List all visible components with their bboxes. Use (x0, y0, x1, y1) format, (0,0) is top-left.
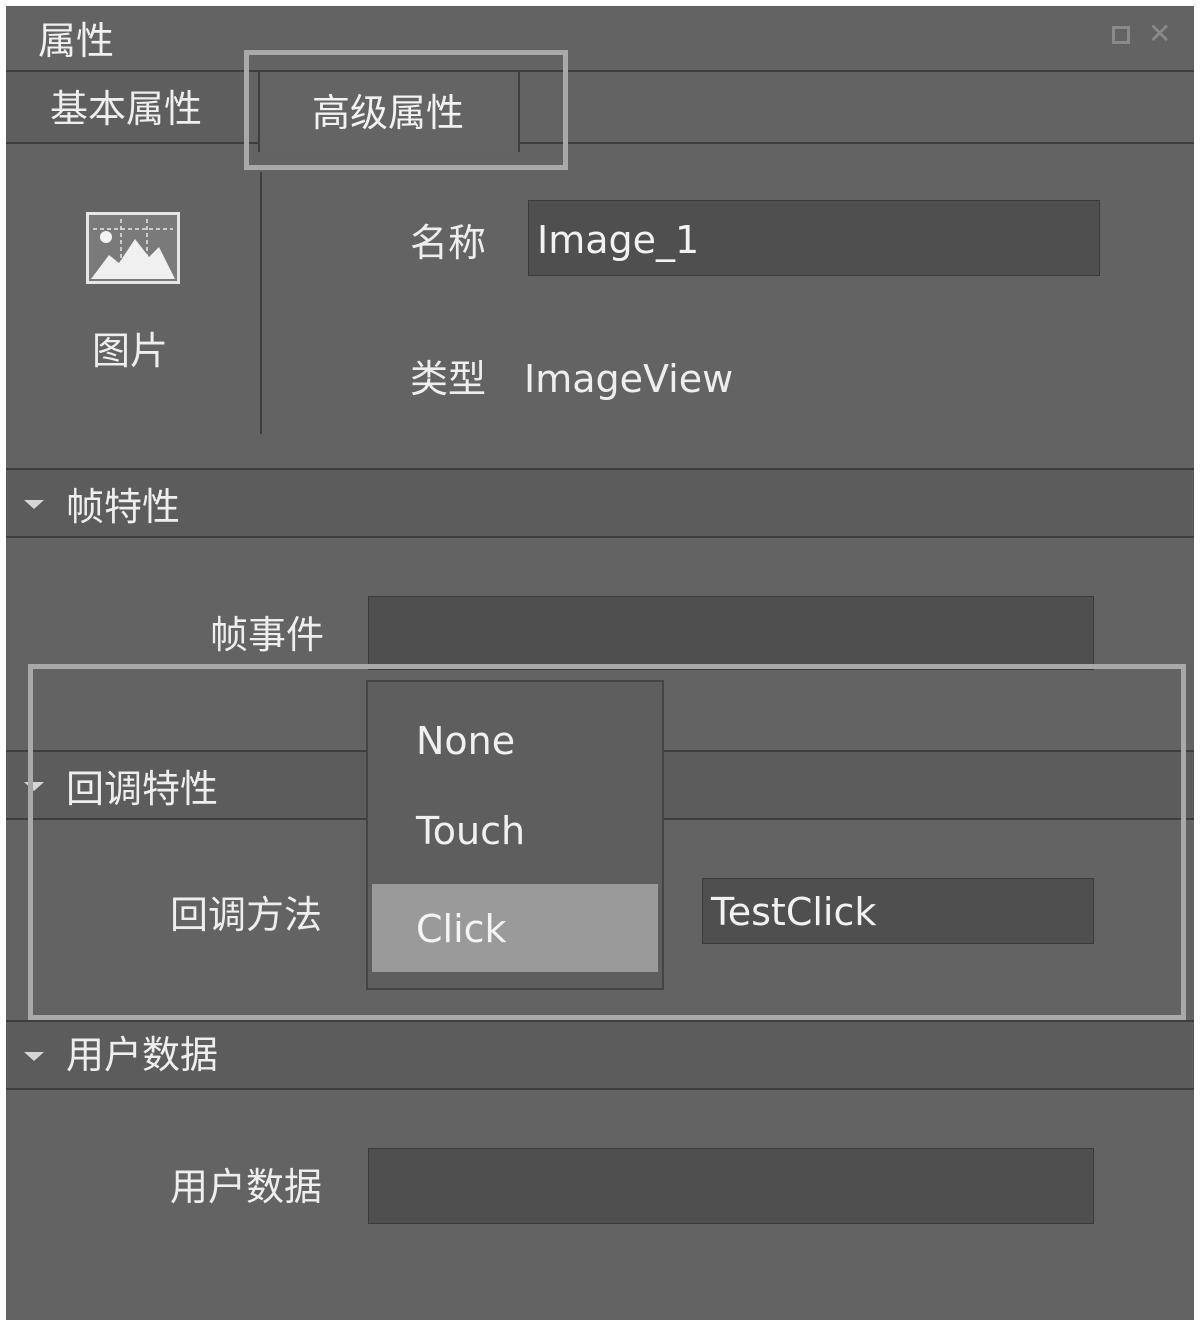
collapse-triangle-icon (24, 1052, 44, 1061)
frame-section-title: 帧特性 (66, 485, 181, 529)
image-icon (86, 212, 180, 284)
user-data-input[interactable] (368, 1148, 1094, 1224)
callback-highlight (28, 664, 1186, 1020)
type-value: ImageView (524, 357, 734, 401)
user-data-label: 用户数据 (170, 1165, 323, 1209)
object-caption: 图片 (92, 329, 169, 373)
user-data-section-header[interactable]: 用户数据 (6, 1022, 1194, 1088)
tab-basic-label: 基本属性 (50, 87, 203, 131)
tab-basic-properties[interactable]: 基本属性 (6, 72, 246, 142)
frame-event-input[interactable] (368, 596, 1094, 670)
type-label: 类型 (410, 357, 487, 401)
frame-section-header[interactable]: 帧特性 (6, 470, 1194, 536)
close-icon[interactable]: ✕ (1148, 20, 1171, 48)
name-input[interactable]: Image_1 (528, 200, 1100, 276)
advanced-tab-highlight (244, 50, 568, 170)
user-data-section-title: 用户数据 (66, 1033, 219, 1077)
name-label: 名称 (410, 221, 487, 265)
frame-event-label: 帧事件 (210, 613, 325, 657)
collapse-triangle-icon (24, 500, 44, 509)
name-input-value: Image_1 (537, 218, 700, 262)
object-divider (260, 172, 262, 434)
properties-panel: 属性 ✕ 基本属性 高级属性 图片 名称 Image_1 类型 ImageVie… (6, 6, 1194, 1320)
panel-title: 属性 (38, 19, 115, 63)
restore-icon[interactable] (1112, 26, 1130, 44)
